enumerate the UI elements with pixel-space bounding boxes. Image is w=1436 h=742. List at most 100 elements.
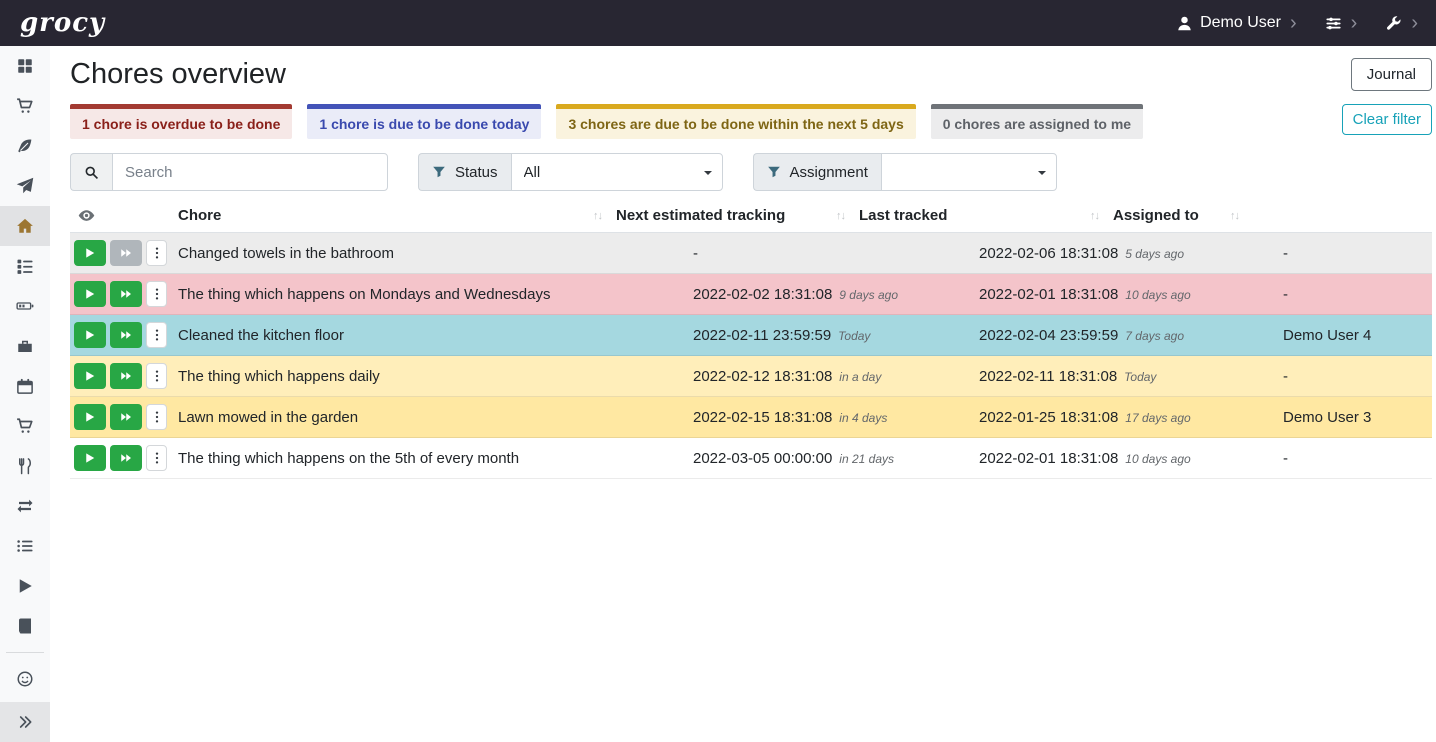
chevron-right-icon: › <box>1411 13 1418 33</box>
column-header-chore[interactable]: Chore ↑↓ <box>178 207 616 224</box>
skip-chore-button[interactable] <box>110 322 142 348</box>
summary-card-assigned-to-me[interactable]: 0 chores are assigned to me <box>931 104 1143 139</box>
list-icon <box>16 537 34 555</box>
sidebar-nav <box>0 46 50 742</box>
skip-chore-button[interactable] <box>110 404 142 430</box>
chevron-right-icon: › <box>1290 13 1297 33</box>
row-menu-button[interactable] <box>146 404 167 430</box>
assignment-select[interactable] <box>882 154 1056 190</box>
master-data-menu[interactable]: › <box>1325 13 1358 33</box>
table-row: The thing which happens on Mondays and W… <box>70 274 1432 315</box>
next-estimated-tracking-cell: 2022-02-02 18:31:089 days ago <box>693 286 979 303</box>
user-icon <box>1176 15 1193 32</box>
time-ago-label: Today <box>1124 370 1156 384</box>
column-header-assigned-to[interactable]: Assigned to ↑↓ <box>1113 207 1253 224</box>
track-chore-execution-button[interactable] <box>74 445 106 471</box>
track-chore-execution-button[interactable] <box>74 240 106 266</box>
sidebar-item-play[interactable] <box>0 566 50 606</box>
column-header-next-estimated-tracking[interactable]: Next estimated tracking ↑↓ <box>616 207 859 224</box>
chores-table: Chore ↑↓ Next estimated tracking ↑↓ Last… <box>70 199 1432 479</box>
row-menu-button[interactable] <box>146 281 167 307</box>
sidebar-item-battery[interactable] <box>0 286 50 326</box>
sidebar-item-calendar[interactable] <box>0 366 50 406</box>
row-menu-button[interactable] <box>146 363 167 389</box>
next-estimated-tracking-cell: 2022-02-12 18:31:08in a day <box>693 368 979 385</box>
chevrons-right-icon <box>17 714 33 730</box>
checklist-icon <box>16 257 34 275</box>
sidebar-item-smiley[interactable] <box>0 659 50 699</box>
assigned-to-cell: Demo User 4 <box>1283 327 1432 344</box>
sidebar-toggle-button[interactable] <box>0 702 50 742</box>
sidebar-item-home[interactable] <box>0 206 50 246</box>
table-row: Lawn mowed in the garden2022-02-15 18:31… <box>70 397 1432 438</box>
track-chore-execution-button[interactable] <box>74 281 106 307</box>
play-icon <box>16 577 34 595</box>
row-menu-button[interactable] <box>146 322 167 348</box>
book-icon <box>16 617 34 635</box>
column-visibility-button[interactable] <box>70 207 178 224</box>
summary-card-overdue[interactable]: 1 chore is overdue to be done <box>70 104 292 139</box>
clear-filter-button[interactable]: Clear filter <box>1342 104 1432 135</box>
summary-card-due-soon[interactable]: 3 chores are due to be done within the n… <box>556 104 915 139</box>
assigned-to-cell: - <box>1283 286 1432 303</box>
eye-icon <box>78 207 178 224</box>
summary-card-due-today[interactable]: 1 chore is due to be done today <box>307 104 541 139</box>
row-menu-button[interactable] <box>146 240 167 266</box>
column-header-last-tracked[interactable]: Last tracked ↑↓ <box>859 207 1113 224</box>
status-filter-group: Status All <box>418 153 723 191</box>
sidebar-item-checklist[interactable] <box>0 246 50 286</box>
sidebar-item-list[interactable] <box>0 526 50 566</box>
sidebar-item-toolbox[interactable] <box>0 326 50 366</box>
feather-icon <box>16 137 34 155</box>
sidebar-item-exchange-arrows[interactable] <box>0 486 50 526</box>
sidebar-item-grid[interactable] <box>0 46 50 86</box>
track-chore-execution-button[interactable] <box>74 404 106 430</box>
chore-name: Changed towels in the bathroom <box>178 245 693 262</box>
skip-chore-button[interactable] <box>110 281 142 307</box>
sidebar-item-cart[interactable] <box>0 406 50 446</box>
journal-button[interactable]: Journal <box>1351 58 1432 91</box>
sidebar-item-paper-plane[interactable] <box>0 166 50 206</box>
navbar-right: Demo User › › › <box>1176 13 1418 33</box>
top-navbar: grocy Demo User › › › <box>0 0 1436 46</box>
skip-chore-button[interactable] <box>110 240 142 266</box>
table-row: Changed towels in the bathroom-2022-02-0… <box>70 233 1432 274</box>
table-row: The thing which happens on the 5th of ev… <box>70 438 1432 479</box>
track-chore-execution-button[interactable] <box>74 363 106 389</box>
chore-name: Lawn mowed in the garden <box>178 409 693 426</box>
track-chore-execution-button[interactable] <box>74 322 106 348</box>
search-input[interactable] <box>112 153 388 191</box>
assigned-to-cell: - <box>1283 245 1432 262</box>
skip-chore-button[interactable] <box>110 445 142 471</box>
grid-icon <box>16 57 34 75</box>
table-row: The thing which happens daily2022-02-12 … <box>70 356 1432 397</box>
sort-icon: ↑↓ <box>1230 210 1239 222</box>
next-estimated-tracking-cell: - <box>693 245 979 262</box>
last-tracked-cell: 2022-02-11 18:31:08Today <box>979 368 1283 385</box>
next-estimated-tracking-cell: 2022-03-05 00:00:00in 21 days <box>693 450 979 467</box>
sidebar-item-utensils[interactable] <box>0 446 50 486</box>
admin-menu[interactable]: › <box>1385 13 1418 33</box>
sidebar-item-feather[interactable] <box>0 126 50 166</box>
table-header-row: Chore ↑↓ Next estimated tracking ↑↓ Last… <box>70 199 1432 233</box>
time-ago-label: 17 days ago <box>1125 411 1190 425</box>
search-icon <box>70 153 112 191</box>
filter-funnel-icon <box>432 165 446 179</box>
time-ago-label: in 21 days <box>839 452 894 466</box>
status-select[interactable]: All <box>512 154 722 190</box>
wrench-icon <box>1385 15 1402 32</box>
user-menu[interactable]: Demo User › <box>1176 13 1297 33</box>
time-ago-label: 10 days ago <box>1125 452 1190 466</box>
cart-icon <box>16 417 34 435</box>
sidebar-item-shopping-cart[interactable] <box>0 86 50 126</box>
next-estimated-tracking-cell: 2022-02-11 23:59:59Today <box>693 327 979 344</box>
sidebar-item-book[interactable] <box>0 606 50 646</box>
shopping-cart-icon <box>16 97 34 115</box>
last-tracked-cell: 2022-01-25 18:31:0817 days ago <box>979 409 1283 426</box>
row-menu-button[interactable] <box>146 445 167 471</box>
skip-chore-button[interactable] <box>110 363 142 389</box>
toolbox-icon <box>16 337 34 355</box>
grocy-logo[interactable]: grocy <box>20 8 105 38</box>
time-ago-label: in 4 days <box>839 411 887 425</box>
assignment-filter-group: Assignment <box>753 153 1057 191</box>
